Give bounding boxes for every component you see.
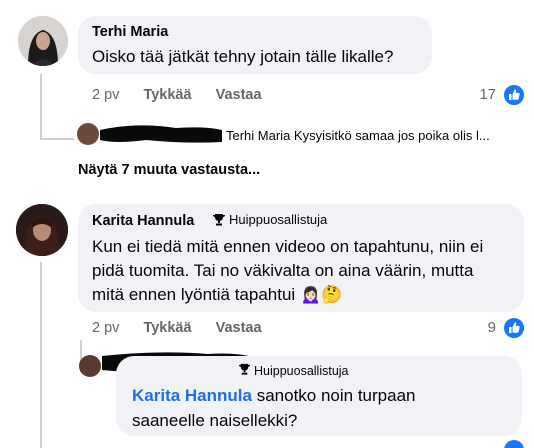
like-thumb-icon xyxy=(504,318,524,338)
like-button[interactable]: Tykkää xyxy=(143,87,191,103)
like-thumb-icon xyxy=(504,85,524,105)
reaction-count[interactable]: 9 xyxy=(488,319,496,336)
avatar[interactable] xyxy=(18,16,68,66)
top-fan-badge: Huippuosallistuja xyxy=(254,364,349,378)
reply-preview-text[interactable]: Terhi Maria Kysyisitkö samaa jos poika o… xyxy=(226,128,490,143)
reply-text-content: sanotko noin turpaan xyxy=(251,386,416,405)
comment-text: Oisko tää jätkät tehny jotain tälle lika… xyxy=(92,47,394,66)
comment-author[interactable]: Karita Hannula xyxy=(92,213,194,229)
comment-time[interactable]: 2 pv xyxy=(92,87,119,103)
reaction-count[interactable]: 17 xyxy=(479,86,496,103)
thread-line-2 xyxy=(40,262,42,448)
comment-text-line: pidä tuomita. Tai no väkivalta on aina v… xyxy=(92,261,474,280)
trophy-icon xyxy=(238,363,251,375)
reply-button[interactable]: Vastaa xyxy=(216,320,262,336)
trophy-icon xyxy=(213,214,225,226)
redacted-reply-author xyxy=(77,123,222,145)
comment-author[interactable]: Terhi Maria xyxy=(92,24,168,40)
comment-time[interactable]: 2 pv xyxy=(92,320,119,336)
reply-text-line: Karita Hannula sanotko noin turpaan xyxy=(132,383,416,408)
reply-button[interactable]: Vastaa xyxy=(216,87,262,103)
top-fan-badge: Huippuosallistuja xyxy=(229,212,328,227)
mention-link[interactable]: Karita Hannula xyxy=(132,386,252,405)
like-button[interactable]: Tykkää xyxy=(143,320,191,336)
like-thumb-icon xyxy=(504,440,524,448)
comment-text-line: Kun ei tiedä mitä ennen videoo on tapaht… xyxy=(92,237,484,256)
emoji-icons: 🙍🏻‍♀️🤔 xyxy=(299,285,343,304)
thread-line-1-branch xyxy=(40,138,74,140)
comment-actions: 2 pv Tykkää Vastaa xyxy=(92,320,262,336)
comment-actions: 2 pv Tykkää Vastaa xyxy=(92,87,262,103)
thread-line-1 xyxy=(40,74,42,140)
comment-text-line-content: mitä ennen lyöntiä tapahtui xyxy=(92,285,296,304)
avatar[interactable] xyxy=(16,204,68,256)
show-more-replies-button[interactable]: Näytä 7 muuta vastausta... xyxy=(78,162,260,178)
reply-text-line: saaneelle naisellekki? xyxy=(132,411,298,430)
comment-text-line: mitä ennen lyöntiä tapahtui 🙍🏻‍♀️🤔 xyxy=(92,282,342,307)
